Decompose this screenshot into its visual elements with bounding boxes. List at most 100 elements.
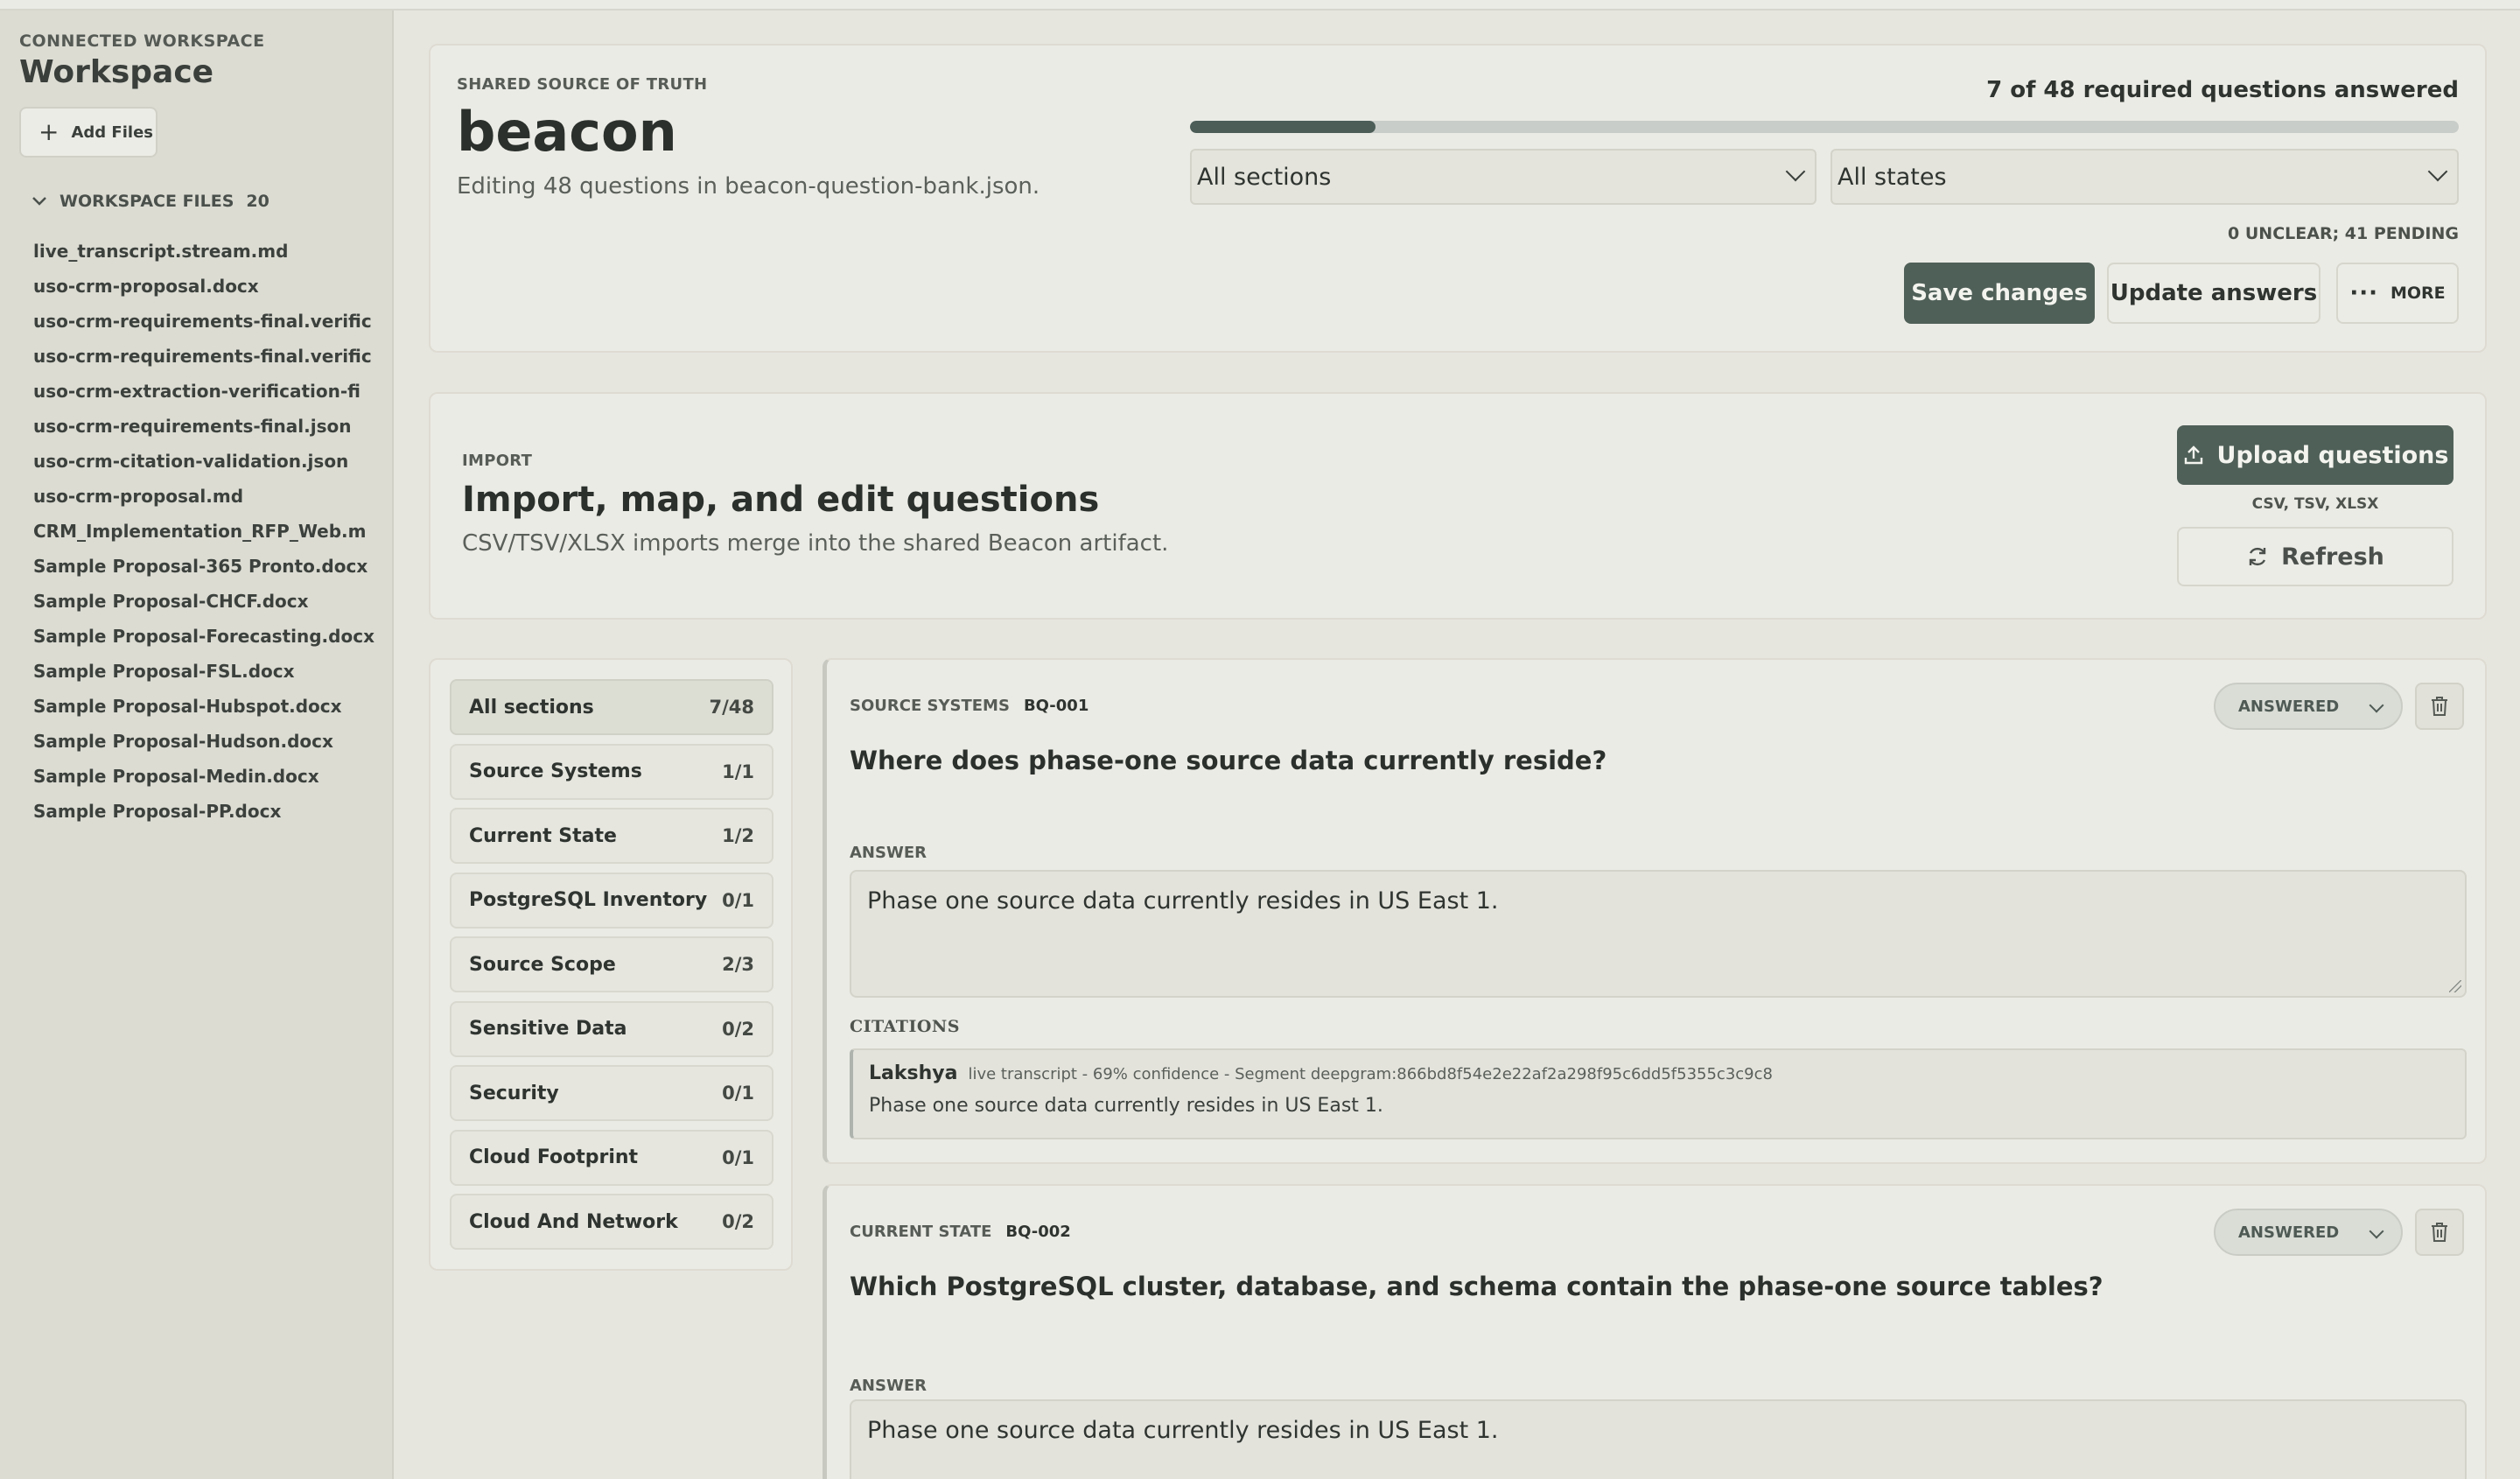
sidebar-eyebrow: CONNECTED WORKSPACE [19,32,265,51]
file-item[interactable]: Sample Proposal-FSL.docx [33,660,376,695]
delete-question-button[interactable] [2415,1209,2464,1256]
question-id: BQ-001 [1023,697,1089,715]
plus-icon: + [38,117,60,146]
workspace-files-count: 20 [246,192,270,211]
states-filter-select[interactable]: All states [1830,149,2459,205]
chevron-down-icon [2369,697,2384,713]
file-item[interactable]: live_transcript.stream.md [33,240,376,275]
citation-author: Lakshya [869,1062,958,1084]
question-card: SOURCE SYSTEMS BQ-001 ANSWERED Where doe… [822,658,2487,1164]
section-nav-item[interactable]: Cloud And Network 0/2 [450,1194,774,1250]
answer-label: ANSWER [850,844,927,862]
add-files-button[interactable]: + Add Files [19,107,158,158]
page-title: beacon [457,100,677,164]
section-nav-label: Security [469,1082,559,1104]
chevron-down-icon [2427,161,2448,182]
section-nav-item[interactable]: PostgreSQL Inventory 0/1 [450,872,774,929]
file-item[interactable]: uso-crm-proposal.docx [33,275,376,310]
section-nav-count: 0/1 [722,1083,754,1104]
add-files-label: Add Files [71,123,153,142]
sections-filter-select[interactable]: All sections [1190,149,1816,205]
section-nav-label: Source Scope [469,953,616,976]
question-card: CURRENT STATE BQ-002 ANSWERED Which Post… [822,1184,2487,1479]
section-nav-label: All sections [469,696,594,718]
trash-icon [2432,1223,2447,1242]
question-title: Where does phase-one source data current… [850,746,1607,775]
workspace-files-label: WORKSPACE FILES [60,192,234,211]
section-nav-item[interactable]: All sections 7/48 [450,679,774,735]
answer-textarea[interactable]: Phase one source data currently resides … [850,870,2467,998]
import-eyebrow: IMPORT [462,452,533,470]
section-nav-item[interactable]: Sensitive Data 0/2 [450,1000,774,1057]
answer-text: Phase one source data currently resides … [867,887,1499,915]
section-nav-count: 2/3 [722,954,754,975]
file-item[interactable]: uso-crm-extraction-verification-fi [33,380,376,415]
upload-formats: CSV, TSV, XLSX [2251,495,2379,513]
workspace-sidebar: CONNECTED WORKSPACE Workspace + Add File… [0,11,394,1479]
states-filter-value: All states [1838,163,1947,191]
status-select[interactable]: ANSWERED [2214,1209,2403,1256]
delete-question-button[interactable] [2415,683,2464,730]
question-section: SOURCE SYSTEMS [850,697,1010,715]
citation-text: Phase one source data currently resides … [869,1095,1383,1117]
file-item[interactable]: uso-crm-requirements-final.verific [33,345,376,380]
file-item[interactable]: Sample Proposal-365 Pronto.docx [33,555,376,590]
section-nav-count: 0/1 [722,889,754,911]
refresh-button[interactable]: Refresh [2177,527,2454,586]
file-item[interactable]: uso-crm-proposal.md [33,485,376,520]
answer-text: Phase one source data currently resides … [867,1417,1499,1444]
save-changes-button[interactable]: Save changes [1904,263,2095,324]
file-item[interactable]: Sample Proposal-Forecasting.docx [33,625,376,660]
update-answers-button[interactable]: Update answers [2107,263,2320,324]
file-item[interactable]: Sample Proposal-PP.docx [33,800,376,835]
file-item[interactable]: uso-crm-requirements-final.verific [33,310,376,345]
citation-item: Lakshya live transcript - 69% confidence… [850,1048,2467,1139]
section-nav-label: Current State [469,824,617,847]
file-item[interactable]: uso-crm-citation-validation.json [33,450,376,485]
more-dots-icon: ··· [2349,280,2378,306]
file-item[interactable]: Sample Proposal-Hubspot.docx [33,695,376,730]
question-meta: CURRENT STATE BQ-002 [850,1223,1071,1241]
import-title: Import, map, and edit questions [462,480,1100,520]
citations-label: CITATIONS [850,1017,960,1036]
file-item[interactable]: Sample Proposal-Hudson.docx [33,730,376,765]
file-item[interactable]: Sample Proposal-Medin.docx [33,765,376,800]
section-nav-item[interactable]: Source Systems 1/1 [450,743,774,800]
upload-icon [2184,445,2202,465]
chevron-down-icon [1785,161,1806,182]
sidebar-title: Workspace [19,54,214,90]
upload-questions-label: Upload questions [2216,441,2449,469]
chevron-down-icon [2369,1223,2384,1239]
page-subtitle: Editing 48 questions in beacon-question-… [457,173,1040,200]
section-nav-item[interactable]: Cloud Footprint 0/1 [450,1129,774,1186]
question-id: BQ-002 [1005,1223,1071,1241]
sections-filter-value: All sections [1197,163,1332,191]
progress-bar [1190,121,2459,133]
citation-meta: live transcript - 69% confidence - Segme… [968,1065,1773,1083]
answer-textarea[interactable]: Phase one source data currently resides … [850,1399,2467,1479]
trash-icon [2432,697,2447,716]
file-item[interactable]: uso-crm-requirements-final.json [33,415,376,450]
section-nav-label: Cloud Footprint [469,1146,639,1168]
section-nav-item[interactable]: Current State 1/2 [450,808,774,864]
section-nav-count: 7/48 [709,697,754,718]
status-value: ANSWERED [2238,697,2340,716]
section-nav-label: Sensitive Data [469,1018,627,1040]
section-nav-item[interactable]: Security 0/1 [450,1065,774,1121]
import-subtitle: CSV/TSV/XLSX imports merge into the shar… [462,530,1169,557]
more-button[interactable]: ··· MORE [2336,263,2459,324]
refresh-icon [2249,547,2266,566]
resize-handle[interactable] [2449,980,2461,992]
window-top-edge [0,0,2520,11]
section-nav-item[interactable]: Source Scope 2/3 [450,936,774,992]
file-item[interactable]: Sample Proposal-CHCF.docx [33,590,376,625]
workspace-files-toggle[interactable]: WORKSPACE FILES 20 [32,192,270,211]
status-select[interactable]: ANSWERED [2214,683,2403,730]
section-nav-label: PostgreSQL Inventory [469,889,708,911]
header-eyebrow: SHARED SOURCE OF TRUTH [457,75,708,94]
upload-questions-button[interactable]: Upload questions [2177,425,2454,485]
section-nav-count: 1/2 [722,825,754,846]
question-meta: SOURCE SYSTEMS BQ-001 [850,697,1088,715]
status-value: ANSWERED [2238,1223,2340,1242]
file-item[interactable]: CRM_Implementation_RFP_Web.m [33,520,376,555]
